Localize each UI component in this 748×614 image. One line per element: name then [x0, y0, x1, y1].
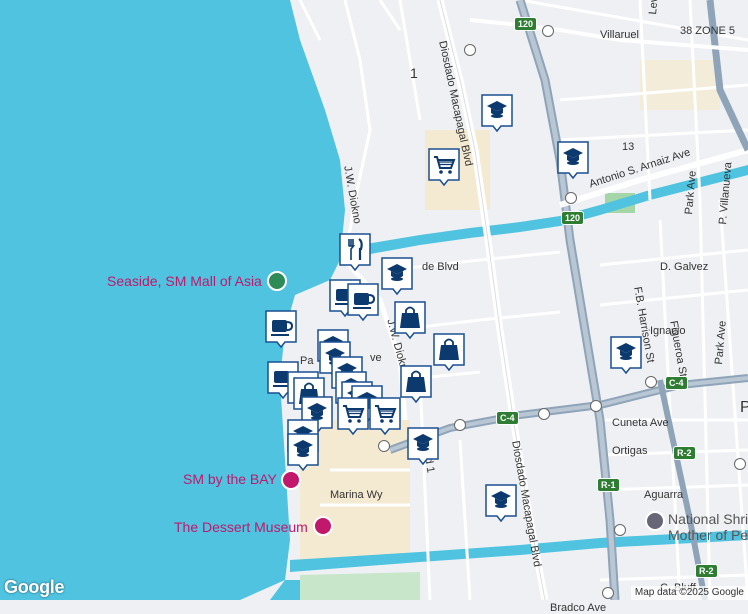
shopping-cart-map-marker[interactable]: [368, 396, 402, 436]
school-icon: [485, 484, 517, 523]
cuneta-ave-label: Cuneta Ave: [612, 417, 669, 429]
transit-stop-icon[interactable]: [538, 408, 550, 420]
school-map-marker[interactable]: [380, 256, 414, 296]
sm-by-the-bay-label[interactable]: SM by the BAY: [183, 472, 277, 486]
school-icon: [287, 433, 319, 472]
transit-stop-icon[interactable]: [614, 524, 626, 536]
museum-pin-icon[interactable]: [313, 516, 333, 536]
shopping-cart-icon: [337, 397, 369, 436]
school-map-marker[interactable]: [484, 483, 518, 523]
school-icon: [381, 257, 413, 296]
bradco-ave-label: Bradco Ave: [550, 602, 607, 614]
shopping-bag-map-marker[interactable]: [393, 300, 427, 340]
area-p-label: P: [740, 399, 748, 416]
amusement-pin-icon[interactable]: [281, 470, 301, 490]
national-shrine-label[interactable]: National Shri: [668, 512, 748, 526]
shopping-bag-map-marker[interactable]: [399, 364, 433, 404]
shopping-bag-icon: [394, 301, 426, 340]
transit-stop-icon[interactable]: [378, 440, 390, 452]
route-120-shield: 120: [561, 211, 585, 225]
shopping-cart-icon: [369, 397, 401, 436]
school-icon: [481, 94, 513, 133]
church-pin-icon[interactable]: [645, 511, 665, 531]
school-map-marker[interactable]: [480, 93, 514, 133]
transit-stop-icon[interactable]: [645, 376, 657, 388]
dessert-museum-label[interactable]: The Dessert Museum: [174, 520, 308, 534]
school-map-marker[interactable]: [406, 426, 440, 466]
ignacio-label: Ignacio: [650, 325, 686, 337]
map-canvas[interactable]: Seaside, SM Mall of Asia SM by the BAY T…: [0, 0, 748, 614]
school-map-marker[interactable]: [286, 432, 320, 472]
school-icon: [610, 336, 642, 375]
area-1-label: 1: [410, 65, 418, 81]
shopping-bag-icon: [400, 365, 432, 404]
route-c4-shield: C-4: [665, 376, 688, 390]
google-logo: Google: [4, 577, 65, 597]
school-icon: [407, 427, 439, 466]
ortigas-label: Ortigas: [612, 445, 648, 457]
shopping-cart-icon: [428, 148, 460, 187]
ve-label: ve: [370, 352, 382, 364]
restaurant-map-marker[interactable]: [338, 232, 372, 272]
seaside-mall-label[interactable]: Seaside, SM Mall of Asia: [107, 274, 262, 288]
shopping-bag-icon: [433, 333, 465, 372]
cafe-icon: [347, 283, 379, 322]
cafe-map-marker[interactable]: [264, 309, 298, 349]
area-13-label: 13: [622, 141, 635, 153]
mother-of-pe-label[interactable]: Mother of Pe: [668, 528, 748, 542]
school-map-marker[interactable]: [556, 140, 590, 180]
shopping-bag-map-marker[interactable]: [432, 332, 466, 372]
zone-label: 38 ZONE 5: [680, 25, 736, 37]
map-attribution[interactable]: Map data ©2025 Google: [630, 586, 748, 600]
cafe-map-marker[interactable]: [346, 282, 380, 322]
transit-stop-icon[interactable]: [602, 587, 614, 599]
aguarra-label: Aguarra: [644, 489, 684, 501]
school-map-marker[interactable]: [609, 335, 643, 375]
park-pin-icon[interactable]: [267, 271, 287, 291]
shopping-cart-map-marker[interactable]: [427, 147, 461, 187]
villaruel-label: Villaruel: [600, 29, 639, 41]
route-r1-shield: R-1: [597, 478, 620, 492]
transit-stop-icon[interactable]: [454, 419, 466, 431]
cafe-icon: [265, 310, 297, 349]
transit-stop-icon[interactable]: [590, 400, 602, 412]
route-120-shield: 120: [514, 17, 538, 31]
d-galvez-label: D. Galvez: [660, 261, 709, 273]
route-c4-shield: C-4: [496, 411, 519, 425]
transit-stop-icon[interactable]: [565, 192, 577, 204]
marina-wy-label: Marina Wy: [330, 489, 383, 501]
transit-stop-icon[interactable]: [734, 458, 746, 470]
restaurant-icon: [339, 233, 371, 272]
transit-stop-icon[interactable]: [464, 44, 476, 56]
shopping-cart-map-marker[interactable]: [336, 396, 370, 436]
transit-stop-icon[interactable]: [542, 25, 554, 37]
pa-ave-label: Pa: [300, 355, 314, 367]
route-r2-shield: R-2: [673, 446, 696, 460]
seaside-blvd-label: de Blvd: [422, 261, 459, 273]
school-icon: [557, 141, 589, 180]
route-r2-shield: R-2: [695, 564, 718, 578]
